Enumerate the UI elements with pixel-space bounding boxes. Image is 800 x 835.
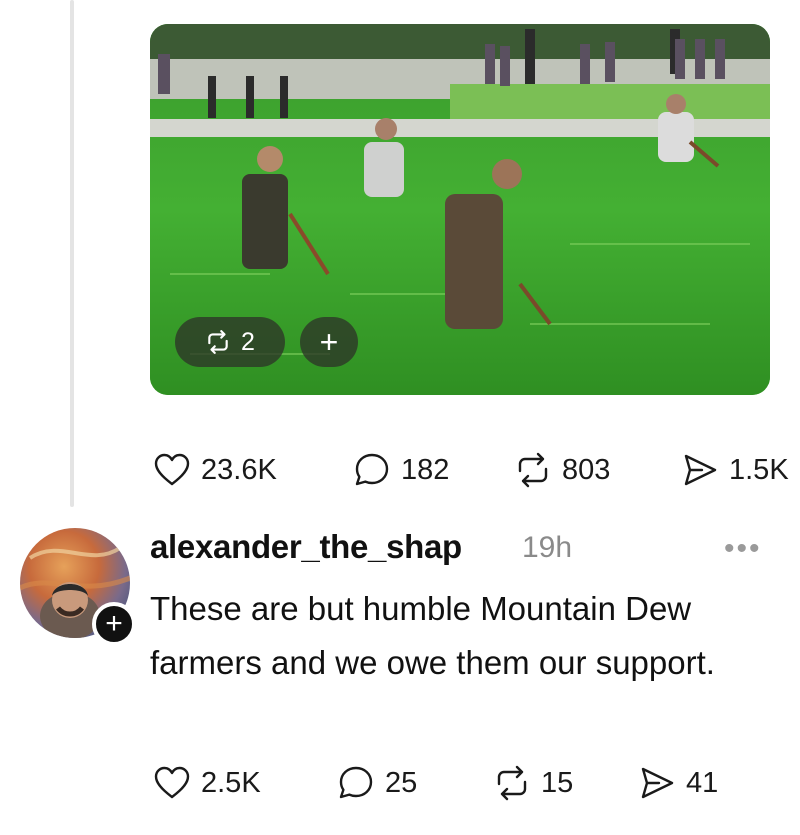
reply-comment-button[interactable]: 25 <box>336 763 417 803</box>
repost-icon <box>518 452 548 488</box>
heart-icon <box>154 453 190 486</box>
plus-icon: + <box>319 323 339 360</box>
reply-body: These are but humble Mountain Dew farmer… <box>150 590 715 681</box>
plus-icon: + <box>105 607 123 640</box>
send-icon <box>684 454 717 486</box>
reply-like-count: 2.5K <box>201 766 261 799</box>
media-add-button[interactable]: + <box>300 317 358 367</box>
reply-username[interactable]: alexander_the_shap <box>150 528 462 566</box>
share-button[interactable]: 1.5K <box>680 450 789 490</box>
reply-timestamp: 19h <box>522 531 573 564</box>
send-icon <box>641 767 674 799</box>
media-repost-pill[interactable]: 2 <box>175 317 285 367</box>
reply-repost-count: 15 <box>541 766 574 799</box>
repost-button[interactable]: 803 <box>513 450 610 490</box>
like-button[interactable]: 23.6K <box>152 450 277 490</box>
media-repost-count: 2 <box>241 327 255 356</box>
repost-icon <box>208 330 228 354</box>
reply-share-button[interactable]: 41 <box>637 763 718 803</box>
heart-icon <box>154 766 190 799</box>
comment-icon <box>339 766 373 799</box>
reply-count: 182 <box>401 453 450 486</box>
follow-button[interactable]: + <box>92 602 136 646</box>
more-icon[interactable]: ••• <box>724 532 762 566</box>
like-count: 23.6K <box>201 453 277 486</box>
reply-share-count: 41 <box>686 766 719 799</box>
share-count: 1.5K <box>729 453 789 486</box>
comment-icon <box>355 453 389 486</box>
reply-button[interactable]: 182 <box>352 450 449 490</box>
repost-count: 803 <box>562 453 611 486</box>
reply-comment-count: 25 <box>385 766 418 799</box>
repost-icon <box>497 765 527 801</box>
thread-connector-line <box>70 0 74 507</box>
reply-like-button[interactable]: 2.5K <box>152 763 261 803</box>
reply-repost-button[interactable]: 15 <box>492 763 573 803</box>
